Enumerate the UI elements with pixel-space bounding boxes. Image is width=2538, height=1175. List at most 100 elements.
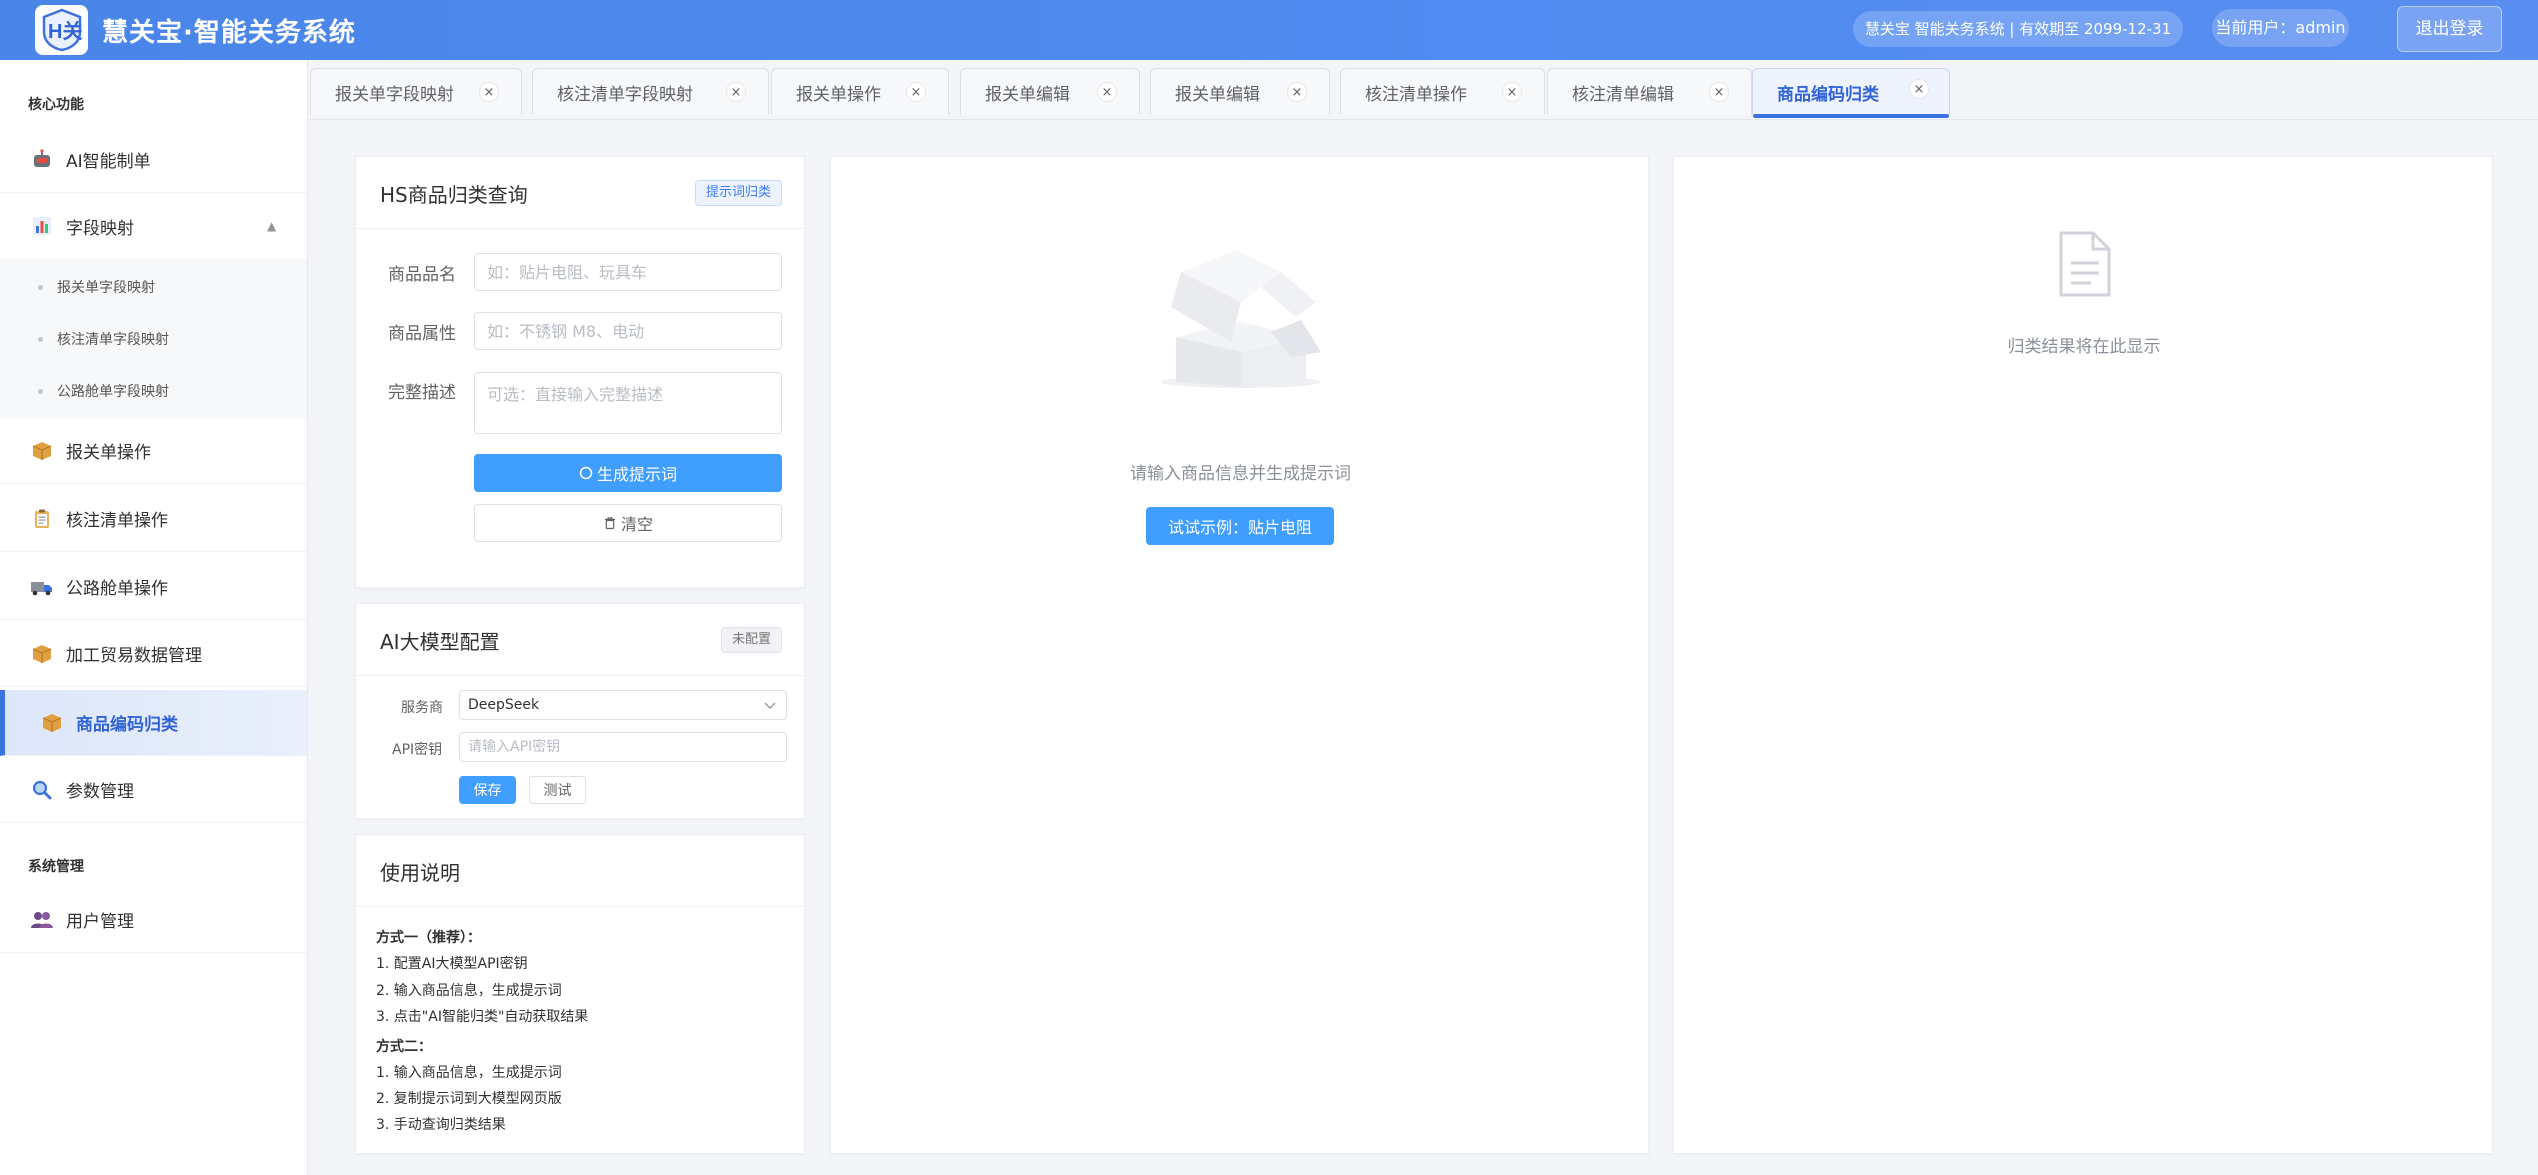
sidebar-subitem-road-manifest-mapping[interactable]: 公路舱单字段映射 — [0, 365, 307, 417]
tab-label: 报关单编辑 — [985, 84, 1070, 105]
instruction-line: 1. 配置AI大模型API密钥 — [376, 956, 528, 972]
sidebar-item-ai-document[interactable]: AI智能制单 — [0, 127, 307, 193]
empty-box-icon — [1161, 250, 1321, 388]
close-icon[interactable]: × — [1287, 82, 1307, 102]
close-icon[interactable]: × — [1709, 82, 1729, 102]
sidebar-item-label: 公路舱单操作 — [66, 579, 168, 599]
result-empty-text: 归类结果将在此显示 — [2007, 337, 2161, 357]
test-config-button[interactable]: 测试 — [529, 776, 586, 804]
sidebar-item-label: AI智能制单 — [66, 152, 151, 172]
ai-config-header: AI大模型配置 未配置 — [356, 604, 804, 676]
instructions-header: 使用说明 — [356, 835, 804, 907]
full-description-input[interactable] — [474, 372, 782, 434]
magnifier-icon — [30, 778, 54, 802]
tab-declaration-mapping[interactable]: 报关单字段映射 × — [310, 68, 522, 115]
robot-icon — [30, 148, 54, 172]
prompt-mode-badge: 提示词归类 — [694, 180, 782, 206]
logout-button[interactable]: 退出登录 — [2397, 6, 2502, 52]
tab-label: 报关单字段映射 — [335, 84, 454, 105]
bar-chart-icon — [30, 214, 54, 238]
tab-label: 核注清单字段映射 — [557, 84, 693, 105]
sidebar-item-road-manifest-ops[interactable]: 公路舱单操作 — [0, 554, 307, 620]
product-name-label: 商品品名 — [388, 265, 456, 285]
product-attr-input[interactable] — [474, 312, 782, 350]
sidebar-item-processing-trade[interactable]: 加工贸易数据管理 — [0, 621, 307, 687]
license-info: 慧关宝 智能关务系统 | 有效期至 2099-12-31 — [1853, 11, 2183, 47]
sidebar-item-field-mapping[interactable]: 字段映射 ▲ — [0, 193, 307, 259]
close-icon[interactable]: × — [1097, 82, 1117, 102]
sidebar-item-declaration-ops[interactable]: 报关单操作 — [0, 418, 307, 484]
tab-checklist-ops[interactable]: 核注清单操作 × — [1340, 68, 1545, 115]
sidebar-item-label: 报关单操作 — [66, 443, 151, 463]
instruction-line: 2. 输入商品信息，生成提示词 — [376, 983, 562, 999]
provider-select[interactable]: DeepSeek — [459, 690, 787, 720]
close-icon[interactable]: × — [726, 82, 746, 102]
tab-label: 报关单编辑 — [1175, 84, 1260, 105]
clipboard-icon — [30, 507, 54, 531]
trash-icon — [604, 517, 615, 530]
sidebar-subitem-label: 公路舱单字段映射 — [57, 384, 169, 400]
document-icon — [2059, 231, 2111, 297]
close-icon[interactable]: × — [479, 82, 499, 102]
package-icon — [40, 711, 64, 735]
config-status-badge: 未配置 — [720, 627, 782, 653]
prompt-empty-text: 请输入商品信息并生成提示词 — [1130, 464, 1351, 484]
tab-declaration-ops[interactable]: 报关单操作 × — [771, 68, 949, 115]
ai-config-title: AI大模型配置 — [380, 630, 500, 654]
provider-label: 服务商 — [401, 700, 443, 716]
sidebar-subitem-declaration-mapping[interactable]: 报关单字段映射 — [0, 261, 307, 313]
tab-declaration-edit-2[interactable]: 报关单编辑 × — [1150, 68, 1330, 115]
sidebar-item-params[interactable]: 参数管理 — [0, 757, 307, 823]
instruction-line: 2. 复制提示词到大模型网页版 — [376, 1091, 562, 1107]
instruction-line: 3. 手动查询归类结果 — [376, 1117, 506, 1133]
section-title-system: 系统管理 — [28, 859, 84, 875]
instructions-title: 使用说明 — [380, 861, 460, 885]
tab-label: 报关单操作 — [796, 84, 881, 105]
tab-checklist-mapping[interactable]: 核注清单字段映射 × — [532, 68, 769, 115]
sidebar-item-label: 参数管理 — [66, 782, 134, 802]
bullet-icon — [38, 284, 43, 290]
tab-checklist-edit[interactable]: 核注清单编辑 × — [1547, 68, 1752, 115]
hs-query-title: HS商品归类查询 — [380, 183, 528, 207]
product-attr-label: 商品属性 — [388, 324, 456, 344]
hs-query-panel: HS商品归类查询 提示词归类 商品品名 商品属性 完整描述 生成提示词 清空 — [355, 156, 805, 588]
save-config-button[interactable]: 保存 — [459, 776, 516, 804]
result-panel: 归类结果将在此显示 — [1673, 156, 2493, 1154]
method-one-heading: 方式一（推荐）： — [376, 930, 481, 946]
chevron-up-icon: ▲ — [267, 219, 277, 233]
sidebar-item-hs-classification[interactable]: 商品编码归类 — [0, 690, 307, 756]
clear-button[interactable]: 清空 — [474, 504, 782, 542]
tab-declaration-edit-1[interactable]: 报关单编辑 × — [960, 68, 1140, 115]
package-icon — [30, 642, 54, 666]
sidebar-item-checklist-ops[interactable]: 核注清单操作 — [0, 486, 307, 552]
full-description-label: 完整描述 — [388, 383, 456, 403]
sidebar-subitem-checklist-mapping[interactable]: 核注清单字段映射 — [0, 313, 307, 365]
current-user: 当前用户：admin — [2212, 9, 2349, 47]
sidebar-item-label: 用户管理 — [66, 912, 134, 932]
close-icon[interactable]: × — [1502, 82, 1522, 102]
tab-hs-classification[interactable]: 商品编码归类 × — [1752, 68, 1950, 118]
api-key-input[interactable] — [459, 732, 787, 762]
clear-label: 清空 — [620, 515, 653, 534]
bullet-icon — [38, 388, 43, 394]
sidebar-item-label: 加工贸易数据管理 — [66, 646, 202, 666]
truck-icon — [30, 575, 54, 599]
app-logo: H关 — [35, 5, 88, 55]
provider-selected-value: DeepSeek — [468, 697, 540, 713]
ai-config-panel: AI大模型配置 未配置 服务商 DeepSeek API密钥 保存 测试 — [355, 603, 805, 819]
product-name-input[interactable] — [474, 253, 782, 291]
instruction-line: 1. 输入商品信息，生成提示词 — [376, 1065, 562, 1081]
close-icon[interactable]: × — [1909, 79, 1929, 99]
tab-label: 商品编码归类 — [1777, 84, 1879, 105]
tab-bar: 报关单字段映射 × 核注清单字段映射 × 报关单操作 × 报关单编辑 × 报关单… — [308, 60, 2538, 120]
generate-prompt-button[interactable]: 生成提示词 — [474, 454, 782, 492]
sidebar-subitem-label: 报关单字段映射 — [57, 280, 155, 296]
close-icon[interactable]: × — [906, 82, 926, 102]
package-icon — [30, 439, 54, 463]
sidebar-item-label: 商品编码归类 — [76, 715, 178, 735]
tab-label: 核注清单操作 — [1365, 84, 1467, 105]
field-mapping-submenu: 报关单字段映射 核注清单字段映射 公路舱单字段映射 — [0, 258, 307, 418]
sidebar-item-users[interactable]: 用户管理 — [0, 887, 307, 953]
top-header: H关 慧关宝·智能关务系统 慧关宝 智能关务系统 | 有效期至 2099-12-… — [0, 0, 2538, 60]
try-example-button[interactable]: 试试示例：贴片电阻 — [1146, 507, 1334, 545]
